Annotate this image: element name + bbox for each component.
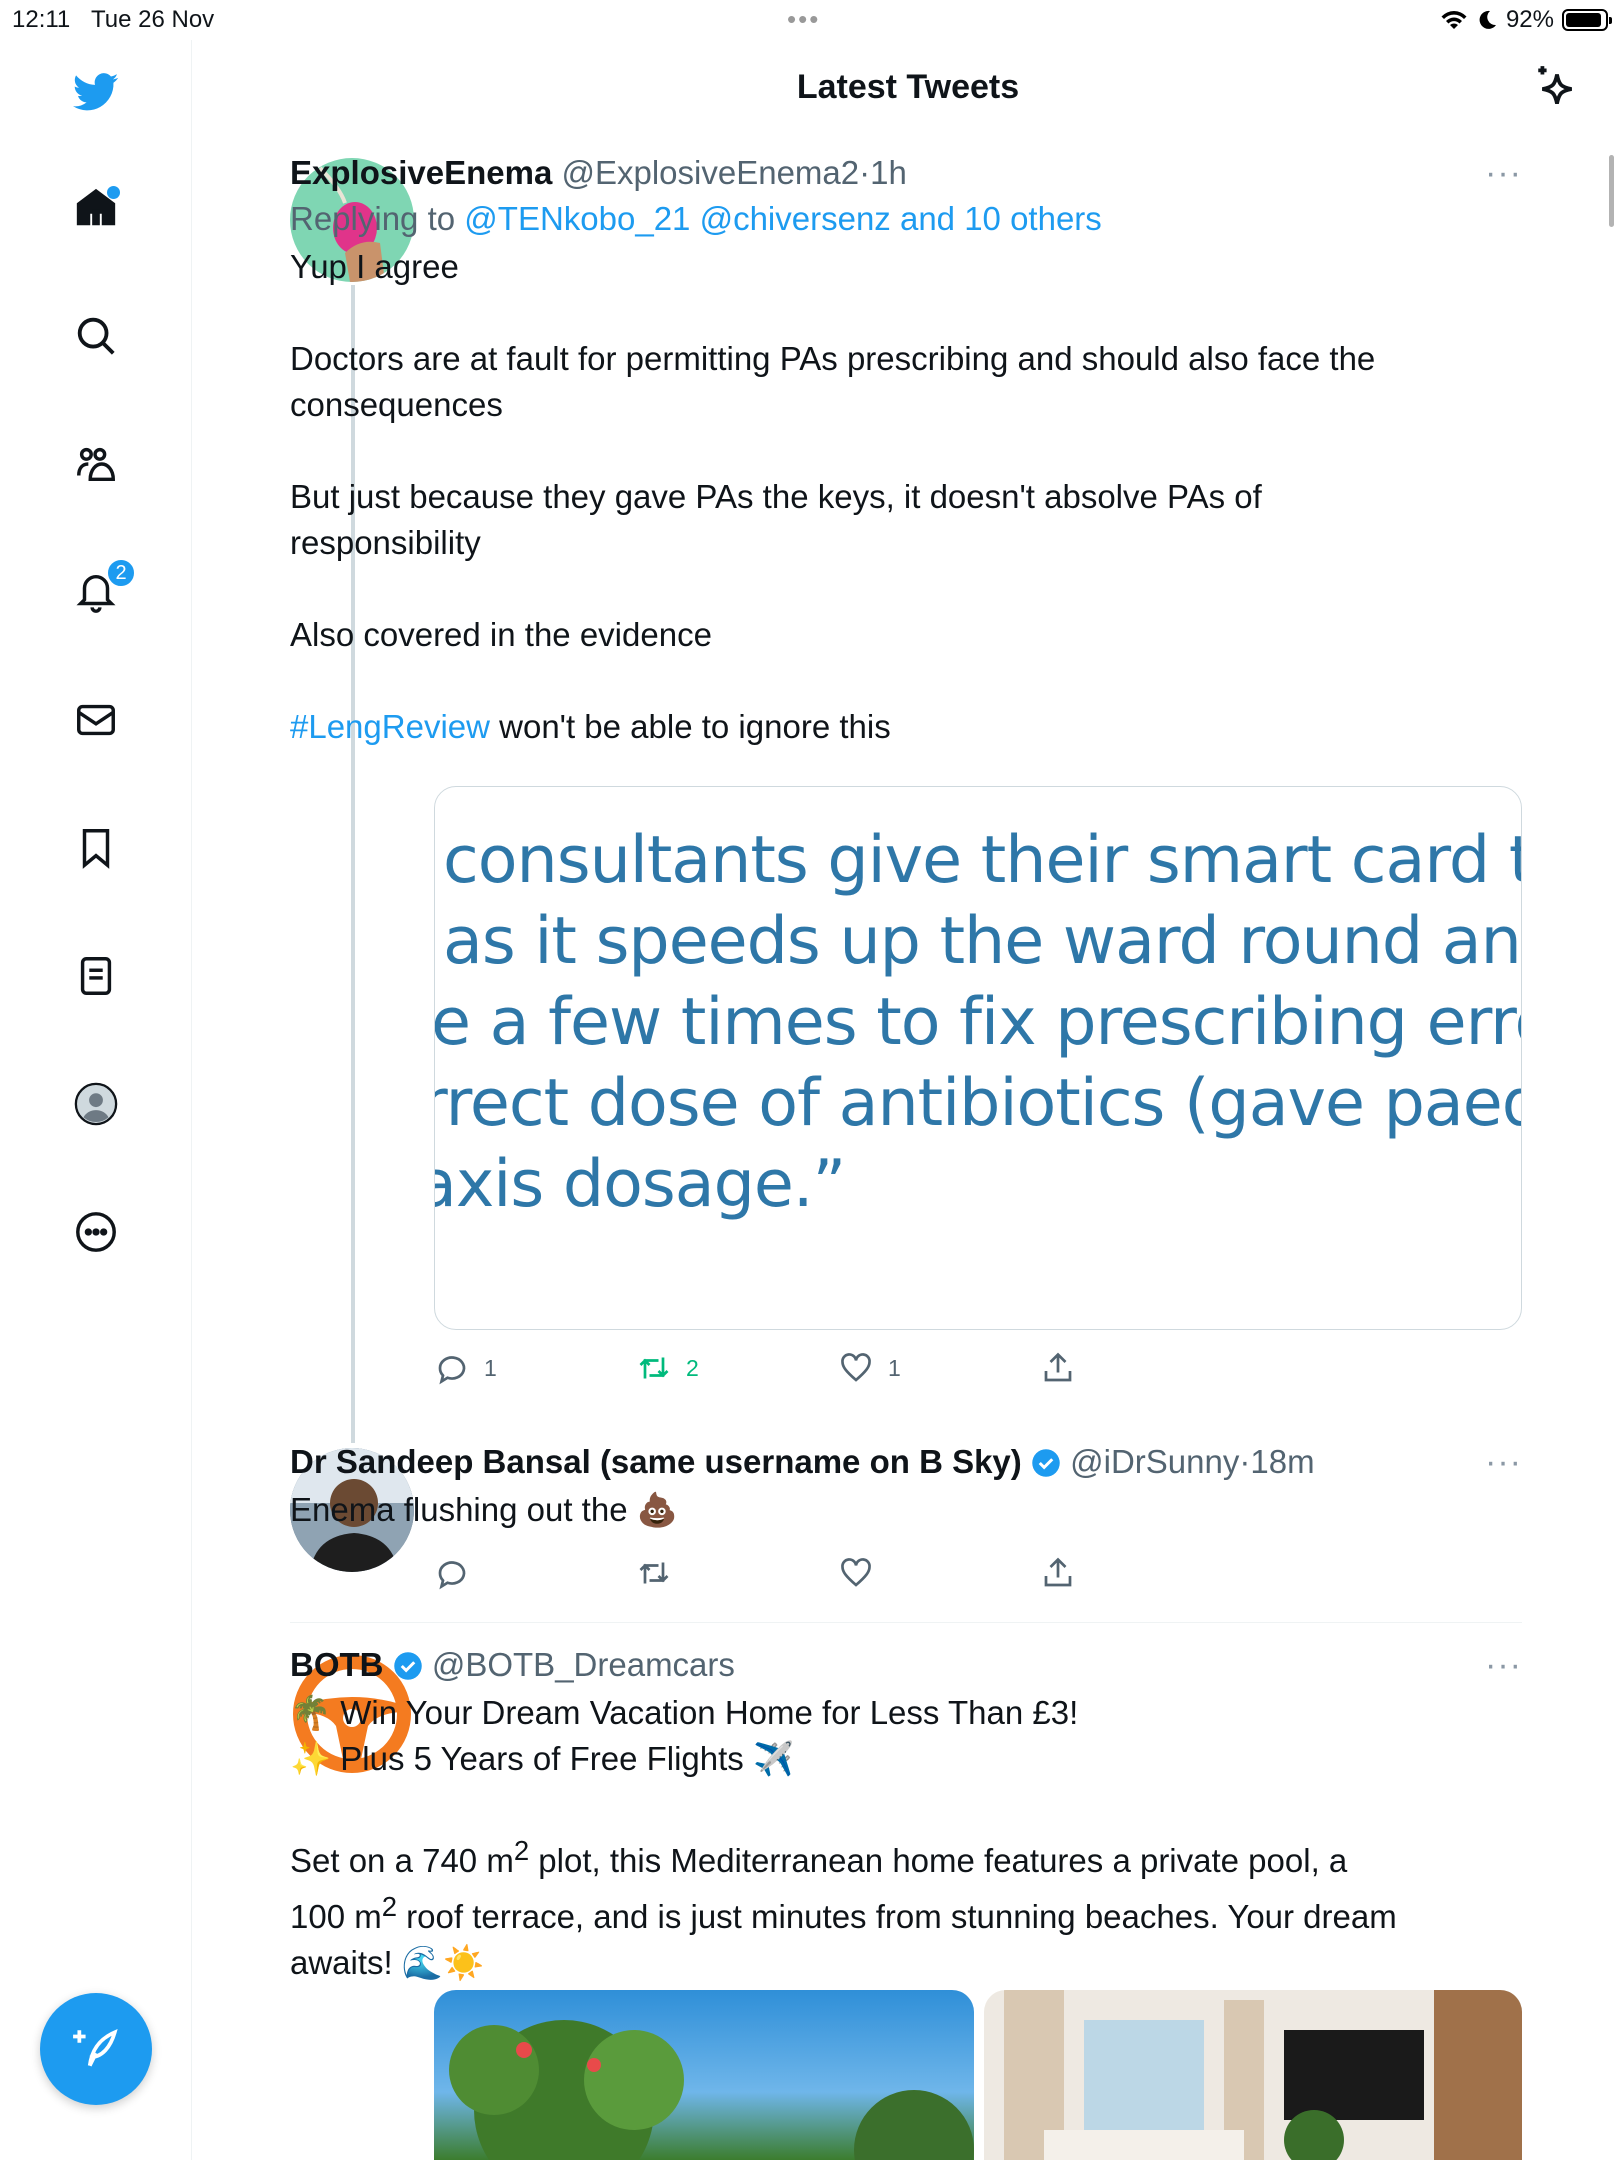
scrollbar[interactable] bbox=[1609, 155, 1614, 227]
tweet-paragraph: Set on a 740 m2 plot, this Mediterranean… bbox=[290, 1828, 1400, 1986]
tweet-actions bbox=[434, 1555, 1334, 1591]
retweet-button[interactable] bbox=[636, 1555, 838, 1591]
tweet-paragraph: #LengReview won't be able to ignore this bbox=[290, 704, 1522, 750]
image-text-line: axis dosage.” bbox=[434, 1147, 846, 1222]
heart-icon bbox=[841, 1558, 871, 1587]
author-name[interactable]: ExplosiveEnema bbox=[290, 154, 552, 191]
tweet-more-icon[interactable]: ··· bbox=[1485, 154, 1522, 193]
author-handle[interactable]: @iDrSunny bbox=[1070, 1443, 1239, 1480]
tweet-paragraph: Yup I agree bbox=[290, 248, 459, 285]
feather-plus-icon bbox=[73, 2029, 118, 2067]
image-text-line: rrect dose of antibiotics (gave paeds do bbox=[434, 1066, 1521, 1141]
like-button[interactable] bbox=[838, 1555, 1040, 1591]
verified-badge-icon bbox=[1032, 1449, 1060, 1477]
messages-envelope-icon[interactable] bbox=[70, 694, 122, 746]
tweet-more-icon[interactable]: ··· bbox=[1485, 1646, 1522, 1685]
battery-icon bbox=[1562, 9, 1612, 31]
tweet[interactable]: Dr Sandeep Bansal (same username on B Sk… bbox=[290, 1443, 1522, 1533]
page-title: Latest Tweets bbox=[796, 68, 1020, 106]
reply-icon bbox=[438, 1561, 466, 1590]
image-text-line: e a few times to fix prescribing errors … bbox=[434, 985, 1521, 1060]
tweet-photo[interactable] bbox=[434, 1990, 974, 2160]
tweet-photo[interactable] bbox=[984, 1990, 1522, 2160]
status-time: 12:11 bbox=[12, 6, 71, 33]
profile-avatar-icon[interactable] bbox=[70, 1078, 122, 1130]
reply-button[interactable]: 1 bbox=[434, 1350, 636, 1386]
superscript: 2 bbox=[381, 1891, 398, 1922]
tweet-more-icon[interactable]: ··· bbox=[1485, 1443, 1522, 1482]
tweet-line: 🌴 Win Your Dream Vacation Home for Less … bbox=[290, 1694, 1079, 1731]
more-options-icon[interactable] bbox=[70, 1206, 122, 1258]
image-text-line: consultants give their smart card to th bbox=[443, 823, 1521, 898]
tweet-paragraph: Also covered in the evidence bbox=[290, 616, 712, 653]
tweet-paragraph: But just because they gave PAs the keys,… bbox=[290, 478, 1262, 561]
author-handle[interactable]: @ExplosiveEnema2 bbox=[561, 154, 859, 191]
retweet-icon bbox=[639, 1357, 669, 1379]
retweet-count: 2 bbox=[686, 1354, 699, 1381]
heart-icon bbox=[841, 1353, 871, 1382]
status-indicators: 92% bbox=[1440, 6, 1612, 34]
verified-badge-icon bbox=[393, 1652, 422, 1680]
tweet-text: 🌴 Win Your Dream Vacation Home for Less … bbox=[290, 1690, 1522, 1986]
reply-icon bbox=[438, 1356, 466, 1385]
tweet-paragraph: Doctors are at fault for permitting PAs … bbox=[290, 340, 1376, 423]
sparkle-timeline-icon[interactable] bbox=[1532, 62, 1582, 112]
lists-icon[interactable] bbox=[70, 950, 122, 1002]
communities-icon[interactable] bbox=[70, 438, 122, 490]
tweet-time[interactable]: 1h bbox=[870, 154, 907, 191]
tweet-text: Enema flushing out the 💩 bbox=[290, 1491, 678, 1528]
reply-button[interactable] bbox=[434, 1555, 636, 1591]
share-icon bbox=[1044, 1557, 1072, 1587]
tweet-header: Dr Sandeep Bansal (same username on B Sk… bbox=[290, 1443, 1522, 1481]
tweet-text: Yup I agree Doctors are at fault for per… bbox=[290, 244, 1522, 750]
status-date: Tue 26 Nov bbox=[91, 6, 215, 33]
author-name[interactable]: Dr Sandeep Bansal (same username on B Sk… bbox=[290, 1443, 1022, 1480]
tweet-text-part: roof terrace, and is just minutes from s… bbox=[290, 1898, 1397, 1981]
hashtag-link[interactable]: #LengReview bbox=[290, 708, 490, 745]
reply-count: 1 bbox=[484, 1354, 497, 1381]
replying-to: Replying to @TENkobo_21 @chiversenz and … bbox=[290, 200, 1522, 238]
battery-percent: 92% bbox=[1505, 6, 1554, 33]
home-unread-dot bbox=[107, 186, 120, 199]
tweet-text-part: Set on a 740 m bbox=[290, 1842, 514, 1879]
tweet-header: ExplosiveEnema @ExplosiveEnema2·1h bbox=[290, 154, 1522, 192]
status-bar: 12:11 Tue 26 Nov ••• 92% bbox=[0, 0, 1620, 40]
retweet-icon bbox=[639, 1562, 669, 1584]
tweet[interactable]: BOTB @BOTB_Dreamcars ··· 🌴 Win Your Drea… bbox=[290, 1646, 1522, 1986]
replying-to-link[interactable]: @TENkobo_21 @chiversenz and 10 others bbox=[464, 200, 1102, 237]
image-text-line: as it speeds up the ward round and pre bbox=[443, 904, 1521, 979]
search-icon[interactable] bbox=[70, 310, 122, 362]
share-button[interactable] bbox=[1040, 1350, 1242, 1386]
tweet-time[interactable]: 18m bbox=[1250, 1443, 1314, 1480]
sidebar: 2 bbox=[0, 40, 192, 2160]
tweet-media-image[interactable]: consultants give their smart card to th … bbox=[434, 786, 1522, 1330]
compose-tweet-button[interactable] bbox=[40, 1993, 152, 2105]
like-count: 1 bbox=[888, 1354, 901, 1381]
bookmark-icon[interactable] bbox=[70, 822, 122, 874]
author-name[interactable]: BOTB bbox=[290, 1646, 384, 1683]
twitter-logo-icon[interactable] bbox=[70, 66, 122, 118]
author-handle[interactable]: @BOTB_Dreamcars bbox=[432, 1646, 735, 1683]
tweet-divider bbox=[290, 1622, 1522, 1623]
notifications-bell-icon[interactable]: 2 bbox=[70, 558, 136, 618]
home-icon[interactable] bbox=[70, 182, 122, 234]
hashtag-rest: won't be able to ignore this bbox=[489, 708, 891, 745]
tweet-header: BOTB @BOTB_Dreamcars bbox=[290, 1646, 1522, 1684]
tweet[interactable]: ExplosiveEnema @ExplosiveEnema2·1h ··· R… bbox=[290, 154, 1522, 750]
notifications-badge: 2 bbox=[106, 558, 136, 588]
retweet-button[interactable]: 2 bbox=[636, 1350, 838, 1386]
superscript: 2 bbox=[513, 1835, 530, 1866]
replying-prefix: Replying to bbox=[290, 200, 456, 237]
wifi-icon bbox=[1441, 11, 1467, 29]
like-button[interactable]: 1 bbox=[838, 1350, 1040, 1386]
multitasking-dots-icon[interactable]: ••• bbox=[787, 4, 820, 35]
moon-icon bbox=[1479, 10, 1496, 29]
separator-dot: · bbox=[1239, 1443, 1251, 1480]
tweet-line: ✨ Plus 5 Years of Free Flights ✈️ bbox=[290, 1740, 795, 1777]
tweet-actions: 1 2 1 bbox=[434, 1350, 1334, 1386]
share-icon bbox=[1044, 1352, 1072, 1382]
share-button[interactable] bbox=[1040, 1555, 1242, 1591]
separator-dot: · bbox=[859, 154, 871, 191]
